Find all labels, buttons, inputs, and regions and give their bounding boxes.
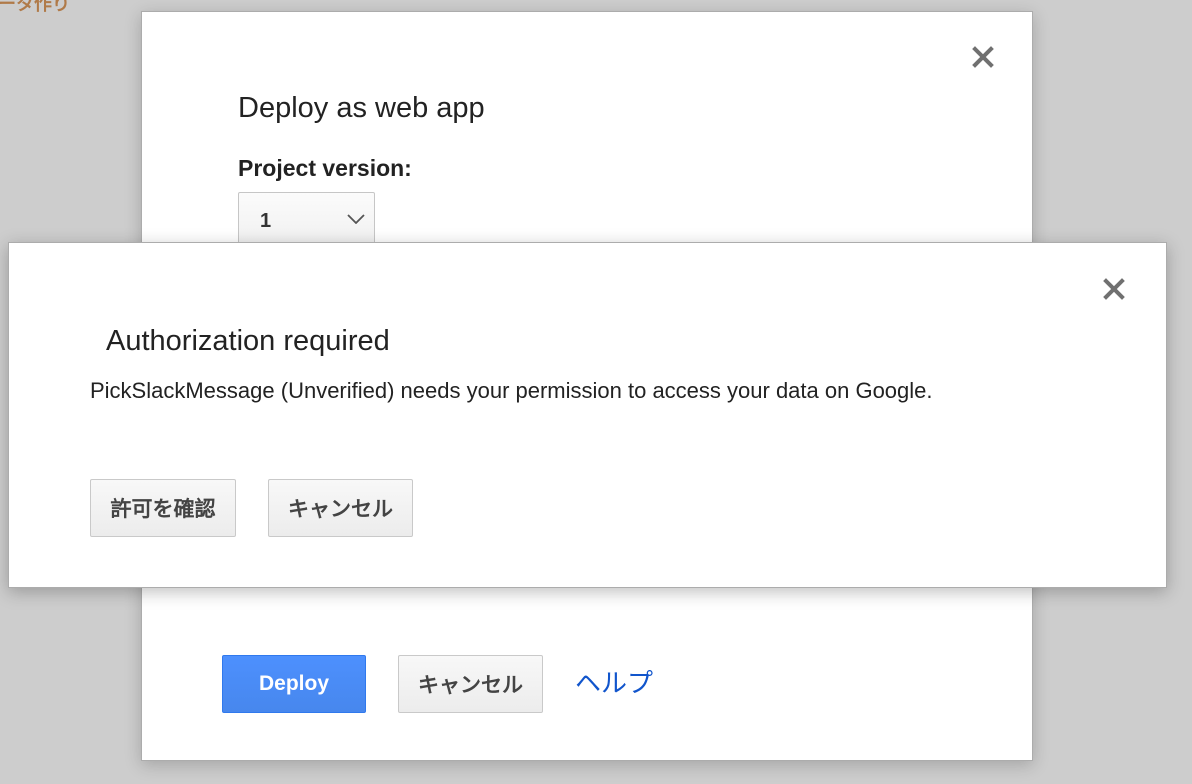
project-version-select[interactable]: 1	[238, 192, 375, 244]
close-icon	[1103, 278, 1125, 300]
authorization-required-dialog: Authorization required PickSlackMessage …	[8, 242, 1167, 588]
deploy-dialog-close-button[interactable]	[969, 43, 997, 71]
review-permissions-button[interactable]: 許可を確認	[90, 479, 236, 537]
project-version-value: 1	[260, 210, 272, 232]
auth-dialog-close-button[interactable]	[1100, 275, 1128, 303]
auth-dialog-message: PickSlackMessage (Unverified) needs your…	[90, 378, 933, 403]
auth-cancel-button[interactable]: キャンセル	[268, 479, 413, 537]
project-version-label: Project version:	[238, 155, 412, 181]
deploy-cancel-button[interactable]: キャンセル	[398, 655, 543, 713]
chevron-down-icon	[347, 214, 365, 224]
close-icon	[972, 46, 994, 68]
background-page-title: ータ作り	[0, 0, 70, 14]
auth-dialog-title: Authorization required	[106, 325, 390, 357]
deploy-button[interactable]: Deploy	[222, 655, 366, 713]
help-link[interactable]: ヘルプ	[575, 663, 653, 700]
deploy-dialog-title: Deploy as web app	[238, 92, 485, 124]
